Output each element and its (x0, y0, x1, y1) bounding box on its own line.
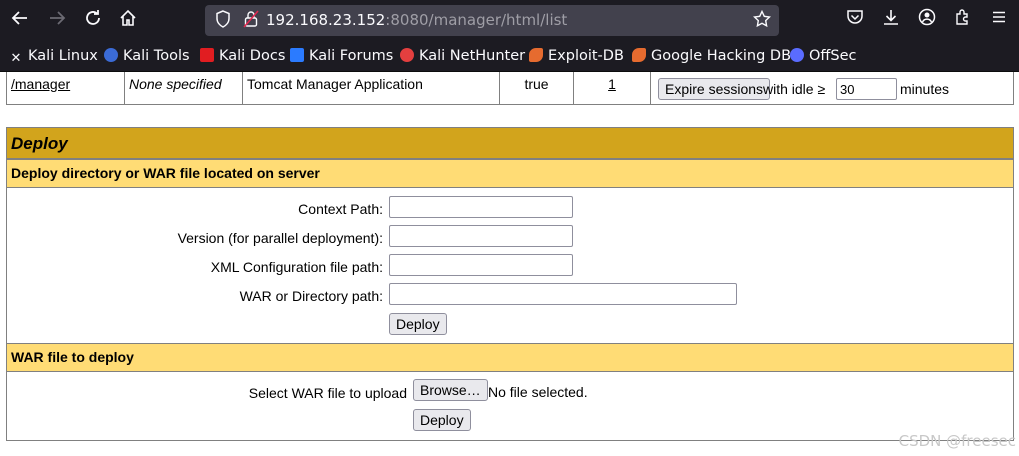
version-label: Version (for parallel deployment): (177, 230, 383, 246)
bookmark-exploit-db[interactable]: Exploit-DB (529, 46, 624, 66)
app-display-name-cell: Tomcat Manager Application (243, 72, 500, 104)
bookmark-kali-docs[interactable]: Kali Docs (200, 46, 285, 66)
bookmark-google-hacking-db[interactable]: Google Hacking DB (632, 46, 791, 66)
bookmark-kali-linux[interactable]: ✕ Kali Linux (9, 46, 98, 66)
app-sessions-link[interactable]: 1 (608, 76, 616, 92)
forward-arrow-icon[interactable] (45, 8, 69, 32)
insecure-lock-icon[interactable] (241, 10, 261, 30)
nethunter-icon (400, 48, 414, 62)
reload-icon[interactable] (81, 8, 105, 32)
bookmark-kali-forums[interactable]: Kali Forums (290, 46, 393, 66)
bookmark-label: Kali Tools (123, 48, 190, 64)
bookmark-label: Google Hacking DB (651, 48, 792, 64)
bookmark-star-icon[interactable] (751, 9, 773, 32)
offsec-icon (790, 48, 804, 62)
browser-toolbar: 192.168.23.152:8080/manager/html/list (0, 0, 1019, 41)
deploy-upload-button[interactable]: Deploy (413, 409, 471, 431)
url-text[interactable]: 192.168.23.152:8080/manager/html/list (266, 11, 567, 29)
xml-config-label: XML Configuration file path: (210, 259, 383, 275)
home-icon[interactable] (116, 8, 140, 32)
bookmark-label: Kali NetHunter (419, 48, 526, 64)
bookmark-kali-nethunter[interactable]: Kali NetHunter (400, 46, 525, 66)
app-version-cell: None specified (125, 72, 243, 104)
war-dir-label: WAR or Directory path: (239, 288, 383, 304)
ghdb-icon (632, 48, 646, 62)
app-running-cell: true (500, 72, 574, 104)
back-arrow-icon[interactable] (8, 8, 32, 32)
bookmark-offsec[interactable]: OffSec (790, 46, 857, 66)
page-content: /manager None specified Tomcat Manager A… (0, 72, 1019, 456)
select-war-label: Select WAR file to upload (248, 385, 407, 401)
account-icon[interactable] (915, 8, 939, 32)
pocket-icon[interactable] (843, 8, 867, 32)
watermark: CSDN @freesec (898, 432, 1016, 450)
extensions-icon[interactable] (951, 8, 975, 32)
kali-docs-icon (200, 48, 214, 62)
expire-sessions-button[interactable]: Expire sessions (658, 78, 771, 100)
browse-button[interactable]: Browse… (413, 379, 488, 401)
url-bar[interactable]: 192.168.23.152:8080/manager/html/list (205, 5, 779, 36)
with-idle-label: with idle ≥ (763, 81, 826, 97)
tracking-shield-icon[interactable] (213, 10, 233, 30)
app-path-link[interactable]: /manager (11, 76, 70, 92)
bookmarks-bar: ✕ Kali Linux Kali Tools Kali Docs Kali Fo… (0, 41, 1019, 72)
war-dir-input[interactable] (389, 283, 737, 305)
context-path-input[interactable] (389, 196, 573, 218)
app-version: None specified (129, 76, 222, 92)
bookmark-label: Exploit-DB (548, 48, 624, 64)
menu-hamburger-icon[interactable] (987, 8, 1011, 32)
version-input[interactable] (389, 225, 573, 247)
war-upload-heading: WAR file to deploy (7, 343, 1013, 372)
exploit-db-icon (529, 48, 543, 62)
xml-config-input[interactable] (389, 254, 573, 276)
app-sessions-cell: 1 (574, 72, 651, 104)
kali-dragon-icon: ✕ (10, 51, 22, 66)
deploy-title: Deploy (7, 128, 1013, 159)
app-path-cell: /manager (7, 72, 125, 104)
kali-tools-icon (104, 48, 118, 62)
no-file-selected: No file selected. (488, 384, 588, 400)
url-path: :8080/manager/html/list (385, 11, 568, 29)
bookmark-kali-tools[interactable]: Kali Tools (104, 46, 190, 66)
app-running: true (524, 76, 549, 92)
downloads-icon[interactable] (879, 8, 903, 32)
app-display-name: Tomcat Manager Application (247, 76, 423, 92)
idle-minutes-input[interactable] (836, 78, 897, 100)
context-path-label: Context Path: (298, 201, 383, 217)
expire-sessions-box: Expire sessions with idle ≥ minutes (650, 72, 1014, 105)
deploy-section: Deploy Deploy directory or WAR file loca… (6, 127, 1014, 441)
bookmark-label: Kali Docs (219, 48, 286, 64)
bookmark-label: OffSec (809, 48, 857, 64)
url-host: 192.168.23.152 (266, 11, 386, 29)
deploy-server-heading: Deploy directory or WAR file located on … (7, 159, 1013, 188)
deploy-server-button[interactable]: Deploy (389, 313, 447, 335)
minutes-label: minutes (900, 81, 950, 97)
kali-forums-icon (290, 48, 304, 62)
bookmark-label: Kali Forums (309, 48, 394, 64)
bookmark-label: Kali Linux (28, 48, 98, 64)
